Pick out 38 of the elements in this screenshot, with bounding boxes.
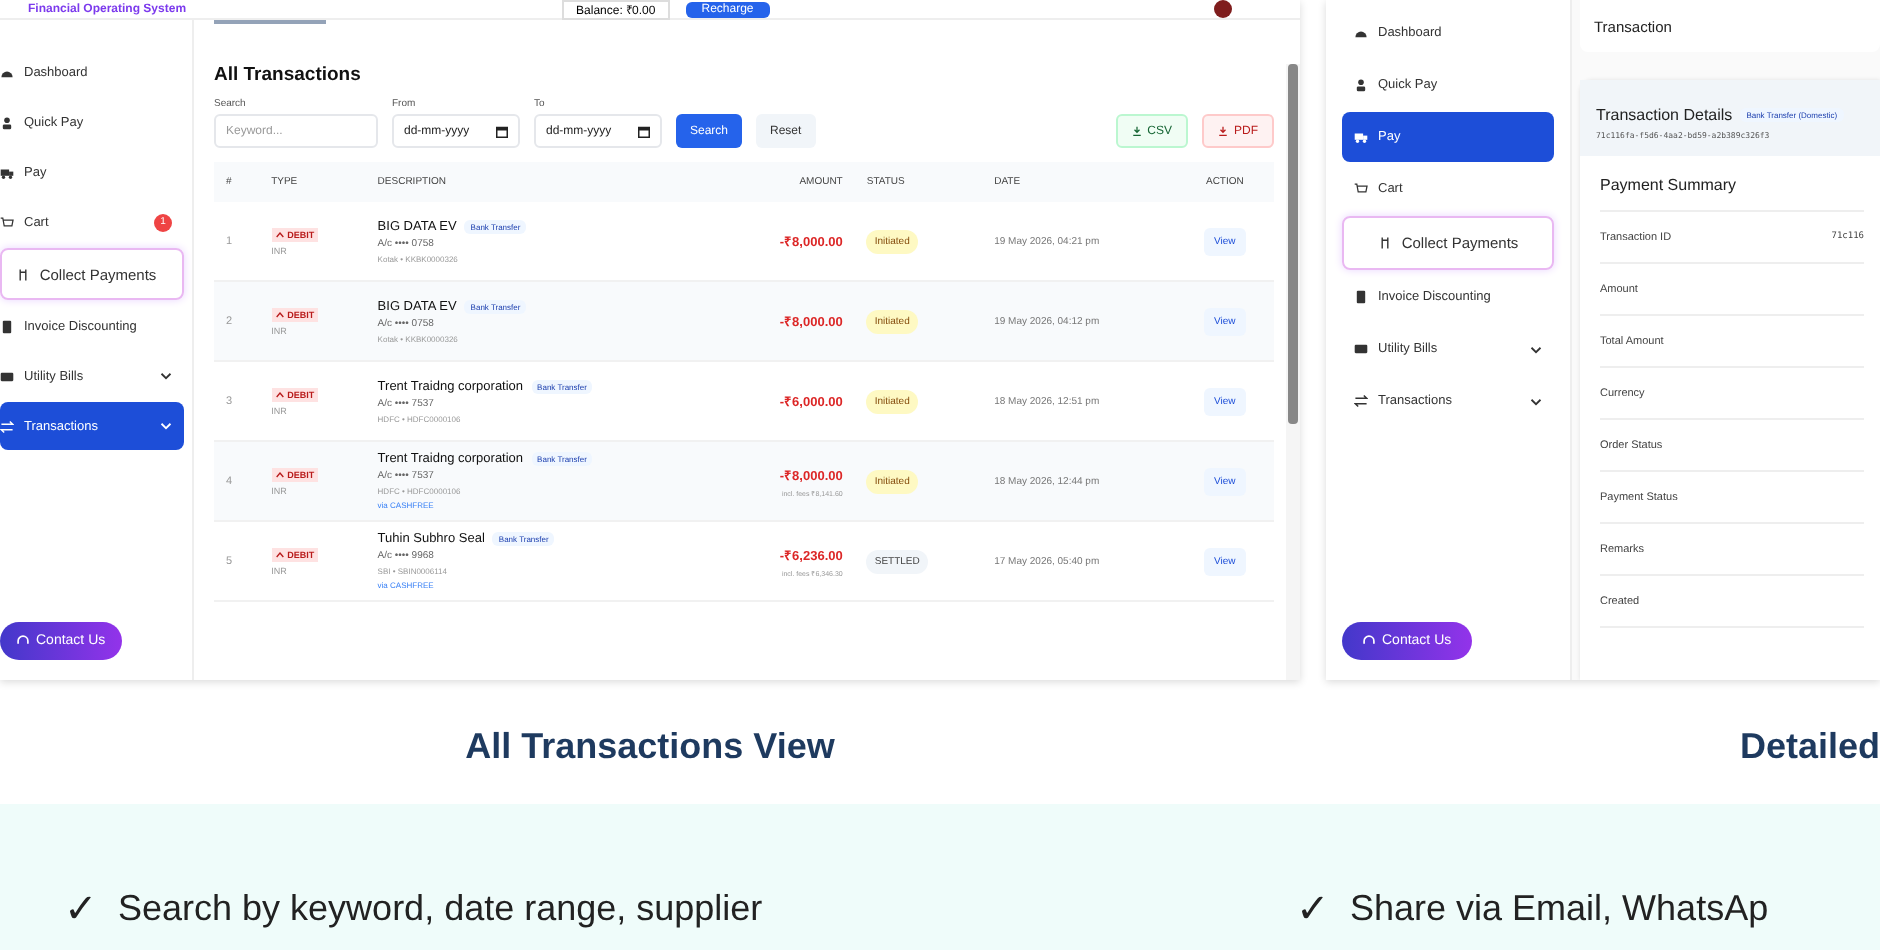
avatar[interactable] xyxy=(1214,0,1232,18)
cart-icon xyxy=(0,215,14,229)
card-icon xyxy=(0,369,14,383)
cart-icon xyxy=(1354,182,1368,196)
chevron-down-icon xyxy=(1530,397,1542,405)
feature-text: Share via Email, WhatsAp xyxy=(1350,888,1769,930)
transfer-icon xyxy=(1354,394,1368,408)
truck-icon xyxy=(0,165,14,179)
screenshot-caption: Detailed xyxy=(1739,725,1880,767)
headset-icon xyxy=(1362,634,1376,648)
check-icon: ✓ xyxy=(64,884,98,934)
page-heading: All Transactions xyxy=(214,64,363,86)
calendar-icon[interactable] xyxy=(496,125,508,137)
caret-up-icon xyxy=(275,471,284,477)
user-icon xyxy=(1354,78,1368,92)
headset-icon xyxy=(16,634,30,648)
caret-up-icon xyxy=(275,231,284,237)
caret-up-icon xyxy=(275,551,284,557)
chevron-down-icon xyxy=(160,372,172,380)
details-title: Transaction Details xyxy=(1596,106,1733,124)
chevron-down-icon xyxy=(1530,345,1542,353)
screenshot-caption: All Transactions View xyxy=(465,725,835,767)
card-icon xyxy=(1354,342,1368,356)
section-title: Payment Summary xyxy=(1600,176,1864,212)
document-icon xyxy=(1354,290,1368,304)
transfer-icon xyxy=(0,419,14,433)
caret-up-icon xyxy=(275,311,284,317)
truck-icon xyxy=(1354,130,1368,144)
download-icon xyxy=(1218,126,1228,136)
user-icon xyxy=(0,115,14,129)
check-icon: ✓ xyxy=(1296,884,1330,934)
scrollbar[interactable] xyxy=(1286,64,1300,680)
chevron-down-icon xyxy=(160,422,172,430)
download-icon xyxy=(1131,126,1142,136)
calendar-icon[interactable] xyxy=(638,125,650,137)
document-icon xyxy=(0,319,14,333)
feature-text: Search by keyword, date range, supplier xyxy=(118,888,763,930)
caret-up-icon xyxy=(275,391,284,397)
